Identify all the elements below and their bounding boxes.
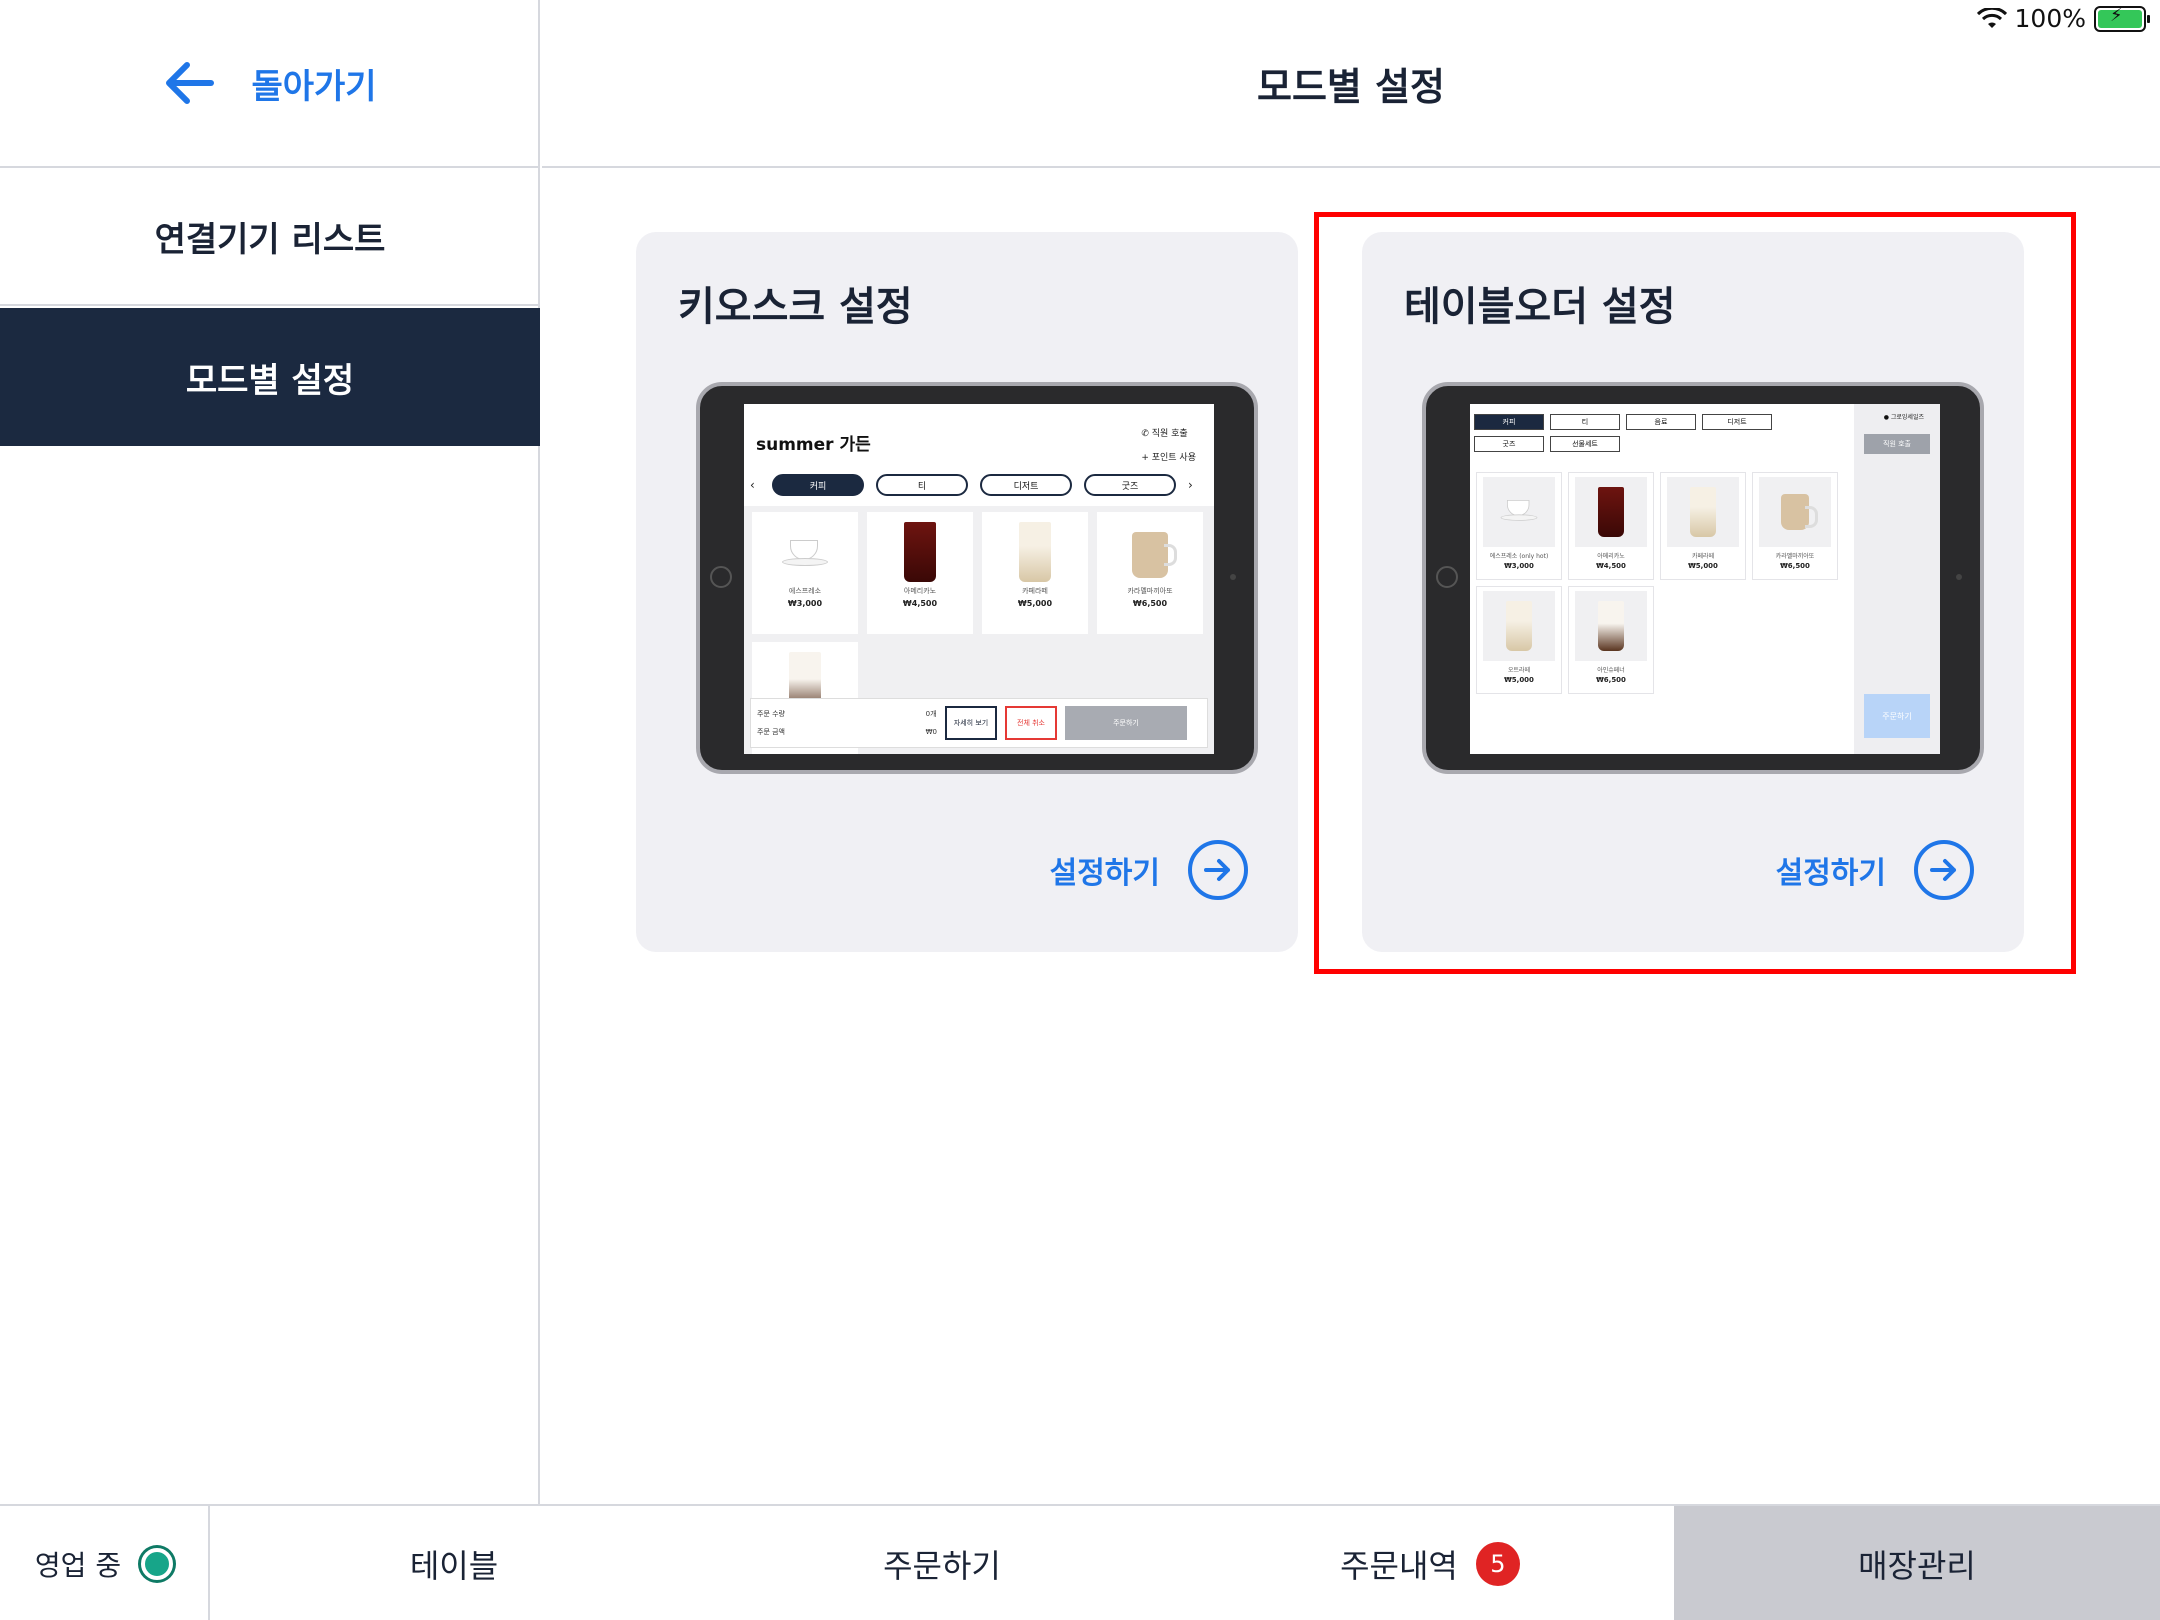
preview-tab: 티 (876, 474, 968, 496)
sidebar-item-device-list[interactable]: 연결기기 리스트 (0, 168, 540, 306)
espresso-cup-icon (782, 540, 828, 570)
preview-detail-button: 자세히 보기 (945, 706, 997, 740)
iced-latte-icon (1019, 522, 1051, 582)
back-label: 돌아가기 (251, 66, 377, 107)
preview-call-staff: 직원 호출 (1151, 429, 1188, 439)
plus-icon: + (1141, 453, 1152, 463)
tab-label: 테이블 (409, 1547, 499, 1585)
preview-order-summary: 주문 수량 0개 주문 금액 ₩0 (757, 705, 937, 741)
preview-menu-item: 카페라떼 ₩5,000 (982, 512, 1088, 634)
item-price: ₩5,000 (1017, 599, 1053, 608)
sidebar-item-mode-settings[interactable]: 모드별 설정 (0, 308, 540, 446)
sidebar-item-label: 모드별 설정 (185, 360, 355, 401)
tab-table[interactable]: 테이블 (210, 1506, 698, 1620)
bottom-tab-bar: 영업 중 테이블 주문하기 주문내역 5 매장관리 (0, 1504, 2160, 1620)
item-price: ₩4,500 (902, 599, 938, 608)
preview-cancel-button: 전체 취소 (1005, 706, 1057, 740)
order-amount-label: 주문 금액 (757, 728, 785, 736)
app-root: 100% 돌아가기 연결기기 리스트 모드별 설정 모드별 설정 키오스크 설정… (0, 0, 2160, 1620)
tab-store-management[interactable]: 매장관리 (1674, 1506, 2160, 1620)
kiosk-setup-button[interactable]: 설정하기 (1050, 840, 1248, 900)
preview-meta: ✆ 직원 호출 + 포인트 사용 (1141, 422, 1196, 470)
preview-use-points: 포인트 사용 (1151, 453, 1196, 463)
arrow-right-circle-icon (1188, 840, 1248, 900)
phone-icon: ✆ (1141, 429, 1152, 439)
sidebar: 돌아가기 연결기기 리스트 모드별 설정 (0, 0, 540, 1504)
item-name: 카라멜마끼아또 (1127, 587, 1173, 595)
preview-menu-item: 에스프레소 ₩3,000 (752, 512, 858, 634)
tab-order[interactable]: 주문하기 (698, 1506, 1186, 1620)
arrow-left-icon (166, 62, 215, 104)
preview-tab: 굿즈 (1084, 474, 1176, 496)
chevron-right-icon: › (1188, 478, 1193, 492)
card-title: 키오스크 설정 (678, 284, 913, 330)
kiosk-preview-screen: summer 가든 ✆ 직원 호출 + 포인트 사용 ‹ 커피 티 디저트 굿즈… (744, 404, 1214, 754)
preview-menu-item: 아메리카노 ₩4,500 (867, 512, 973, 634)
tab-label: 주문내역 (1340, 1547, 1458, 1585)
kiosk-settings-card[interactable]: 키오스크 설정 summer 가든 ✆ 직원 호출 + 포인트 사용 ‹ 커피 … (636, 232, 1298, 952)
item-price: ₩6,500 (1132, 599, 1168, 608)
home-button (710, 566, 732, 588)
page-title: 모드별 설정 (542, 0, 2160, 168)
tab-label: 매장관리 (1858, 1547, 1976, 1585)
item-name: 에스프레소 (788, 587, 822, 595)
preview-order-bar: 주문 수량 0개 주문 금액 ₩0 자세히 보기 전체 취소 주문하기 (750, 698, 1208, 748)
order-qty-value: 0개 (925, 710, 937, 718)
preview-order-button: 주문하기 (1065, 706, 1187, 740)
caramel-macchiato-icon (1132, 532, 1177, 578)
preview-category-tabs: ‹ 커피 티 디저트 굿즈 › (750, 474, 1208, 496)
kiosk-preview-tablet: summer 가든 ✆ 직원 호출 + 포인트 사용 ‹ 커피 티 디저트 굿즈… (696, 382, 1258, 774)
sidebar-item-label: 연결기기 리스트 (154, 219, 386, 260)
business-status-label: 영업 중 (34, 1549, 122, 1582)
iced-americano-icon (904, 522, 936, 582)
tab-order-history[interactable]: 주문내역 5 (1186, 1506, 1674, 1620)
camera-dot (1230, 574, 1236, 580)
highlight-box (1314, 212, 2076, 974)
preview-menu-item: 카라멜마끼아또 ₩6,500 (1097, 512, 1203, 634)
preview-tab: 커피 (772, 474, 864, 496)
status-indicator-icon (141, 1548, 174, 1580)
item-name: 카페라떼 (1022, 587, 1048, 595)
order-amount-value: ₩0 (925, 728, 937, 736)
order-qty-label: 주문 수량 (757, 710, 785, 718)
item-price: ₩3,000 (787, 599, 823, 608)
cta-label: 설정하기 (1049, 856, 1160, 891)
preview-tab: 디저트 (980, 474, 1072, 496)
chevron-left-icon: ‹ (750, 478, 755, 492)
back-button[interactable]: 돌아가기 (0, 0, 540, 168)
item-name: 아메리카노 (903, 587, 937, 595)
preview-shop-name: summer 가든 (756, 435, 871, 455)
order-count-badge: 5 (1475, 1542, 1520, 1586)
tab-label: 주문하기 (883, 1547, 1001, 1585)
business-status[interactable]: 영업 중 (0, 1506, 210, 1620)
